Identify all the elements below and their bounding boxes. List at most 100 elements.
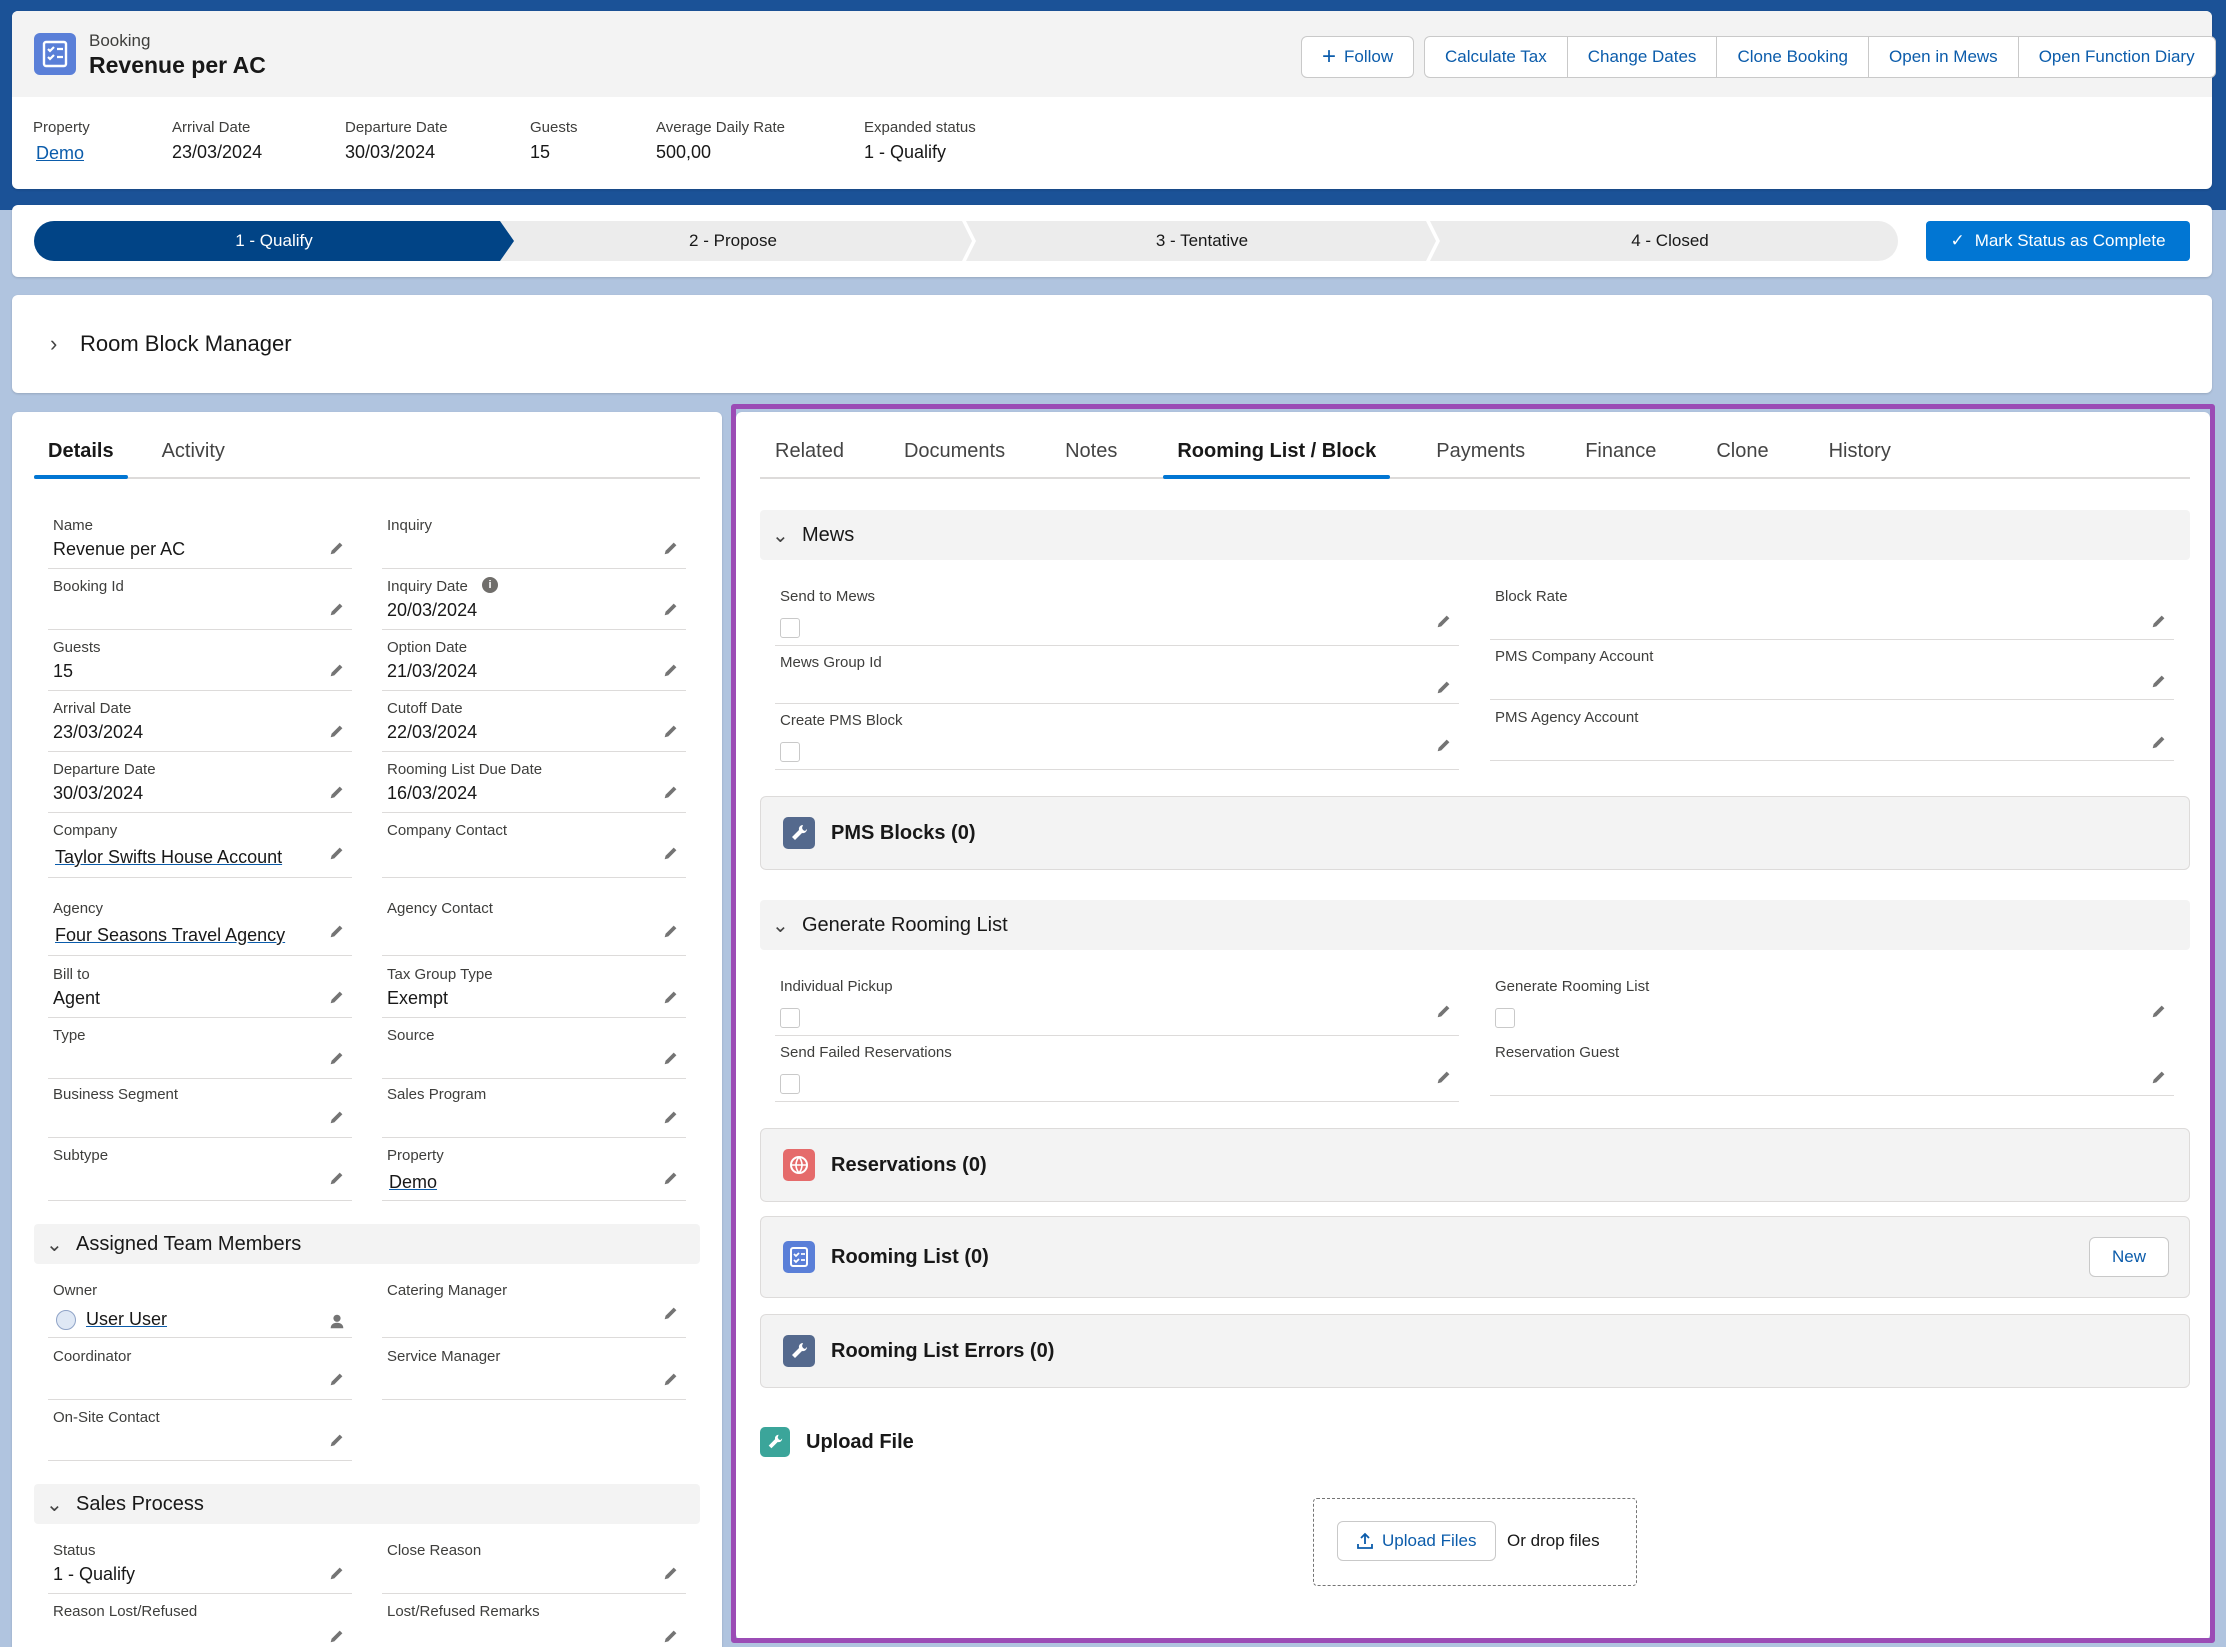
generate-rooming-list-checkbox[interactable] [1495, 1008, 1515, 1028]
related-list-rooming-list-errors[interactable]: Rooming List Errors (0) [760, 1314, 2190, 1388]
tab-history[interactable]: History [1829, 440, 1891, 477]
open-in-mews-button[interactable]: Open in Mews [1868, 36, 2019, 78]
property-link[interactable]: Demo [389, 1172, 437, 1193]
pencil-icon[interactable] [328, 1108, 346, 1126]
section-sales-process[interactable]: ⌄ Sales Process [34, 1484, 700, 1524]
open-function-diary-button[interactable]: Open Function Diary [2017, 36, 2216, 78]
pencil-icon[interactable] [662, 988, 680, 1006]
clone-booking-button[interactable]: Clone Booking [1716, 36, 1870, 78]
pencil-icon[interactable] [328, 922, 346, 940]
pencil-icon[interactable] [662, 1564, 680, 1582]
room-block-manager-card[interactable]: › Room Block Manager [12, 295, 2212, 393]
field-label: Generate Rooming List [1495, 978, 1650, 995]
mark-status-complete-button[interactable]: ✓ Mark Status as Complete [1926, 221, 2190, 261]
tab-clone[interactable]: Clone [1716, 440, 1768, 477]
plus-icon: + [1322, 43, 1337, 70]
tab-notes[interactable]: Notes [1065, 440, 1117, 477]
send-failed-checkbox[interactable] [780, 1074, 800, 1094]
individual-pickup-checkbox[interactable] [780, 1008, 800, 1028]
pencil-icon[interactable] [662, 539, 680, 557]
upload-files-button[interactable]: Upload Files [1337, 1521, 1496, 1561]
pencil-icon[interactable] [1435, 736, 1453, 754]
pencil-icon[interactable] [2150, 672, 2168, 690]
company-link[interactable]: Taylor Swifts House Account [55, 847, 282, 868]
highlight-property-link[interactable]: Demo [36, 143, 84, 164]
pencil-icon[interactable] [2150, 1068, 2168, 1086]
path-step-closed[interactable]: 4 - Closed [1440, 221, 1900, 261]
pencil-icon[interactable] [662, 1370, 680, 1388]
pencil-icon[interactable] [328, 722, 346, 740]
tab-finance[interactable]: Finance [1585, 440, 1656, 477]
follow-button[interactable]: + Follow [1301, 36, 1415, 78]
related-list-reservations[interactable]: Reservations (0) [760, 1128, 2190, 1202]
pencil-icon[interactable] [1435, 1068, 1453, 1086]
pencil-icon[interactable] [2150, 612, 2168, 630]
send-to-mews-checkbox[interactable] [780, 618, 800, 638]
pencil-icon[interactable] [328, 539, 346, 557]
pencil-icon[interactable] [662, 600, 680, 618]
section-mews[interactable]: ⌄ Mews [760, 510, 2190, 560]
path-step-propose[interactable]: 2 - Propose [498, 221, 968, 261]
field-value: Agent [53, 988, 101, 1008]
related-list-pms-blocks[interactable]: PMS Blocks (0) [760, 796, 2190, 870]
field-value: 1 - Qualify [53, 1564, 136, 1584]
pencil-icon[interactable] [662, 783, 680, 801]
info-icon[interactable]: i [482, 577, 498, 593]
tab-details[interactable]: Details [34, 440, 128, 479]
pencil-icon[interactable] [1435, 678, 1453, 696]
tab-rooming-list-block[interactable]: Rooming List / Block [1163, 440, 1391, 479]
pencil-icon[interactable] [662, 1049, 680, 1067]
tab-activity[interactable]: Activity [162, 440, 225, 477]
pencil-icon[interactable] [662, 661, 680, 679]
pencil-icon[interactable] [2150, 1002, 2168, 1020]
field-label: Company Contact [387, 822, 508, 839]
owner-link[interactable]: User User [86, 1309, 167, 1330]
highlight-status-value: 1 - Qualify [864, 142, 947, 162]
agency-link[interactable]: Four Seasons Travel Agency [55, 925, 285, 946]
pencil-icon[interactable] [328, 844, 346, 862]
path-step-tentative[interactable]: 3 - Tentative [972, 221, 1432, 261]
pencil-icon[interactable] [328, 988, 346, 1006]
pencil-icon[interactable] [328, 1431, 346, 1449]
field-value: 22/03/2024 [387, 722, 478, 742]
field-guests: Guests 15 [48, 633, 352, 691]
field-label: Property [387, 1147, 444, 1164]
chevron-right-icon: › [50, 331, 58, 356]
path-step-qualify[interactable]: 1 - Qualify [34, 221, 514, 261]
tab-documents[interactable]: Documents [904, 440, 1005, 477]
section-assigned-team-members[interactable]: ⌄ Assigned Team Members [34, 1224, 700, 1264]
calculate-tax-button[interactable]: Calculate Tax [1424, 36, 1568, 78]
pencil-icon[interactable] [662, 1627, 680, 1645]
field-inquiry-date: Inquiry Date i 20/03/2024 [382, 572, 686, 630]
field-value: 15 [53, 661, 74, 681]
pencil-icon[interactable] [1435, 612, 1453, 630]
pencil-icon[interactable] [328, 1049, 346, 1067]
section-generate-rooming-list[interactable]: ⌄ Generate Rooming List [760, 900, 2190, 950]
pencil-icon[interactable] [328, 783, 346, 801]
pencil-icon[interactable] [662, 1169, 680, 1187]
field-owner: Owner User User [48, 1276, 352, 1338]
pencil-icon[interactable] [328, 661, 346, 679]
field-bill-to: Bill to Agent [48, 960, 352, 1018]
tab-payments[interactable]: Payments [1436, 440, 1525, 477]
pencil-icon[interactable] [662, 1304, 680, 1322]
change-dates-button[interactable]: Change Dates [1566, 36, 1718, 78]
pencil-icon[interactable] [662, 722, 680, 740]
change-owner-icon[interactable] [328, 1312, 346, 1330]
tab-related[interactable]: Related [775, 440, 844, 477]
drop-files-text: Or drop files [1507, 1531, 1600, 1550]
pencil-icon[interactable] [662, 922, 680, 940]
new-rooming-list-button[interactable]: New [2088, 1237, 2169, 1277]
pencil-icon[interactable] [328, 1564, 346, 1582]
pencil-icon[interactable] [2150, 733, 2168, 751]
pencil-icon[interactable] [328, 1370, 346, 1388]
pencil-icon[interactable] [328, 600, 346, 618]
field-label: Rooming List Due Date [387, 761, 543, 778]
create-pms-block-checkbox[interactable] [780, 742, 800, 762]
related-list-rooming-list[interactable]: Rooming List (0) New [760, 1216, 2190, 1298]
pencil-icon[interactable] [662, 1108, 680, 1126]
pencil-icon[interactable] [328, 1627, 346, 1645]
pencil-icon[interactable] [1435, 1002, 1453, 1020]
pencil-icon[interactable] [662, 844, 680, 862]
pencil-icon[interactable] [328, 1169, 346, 1187]
